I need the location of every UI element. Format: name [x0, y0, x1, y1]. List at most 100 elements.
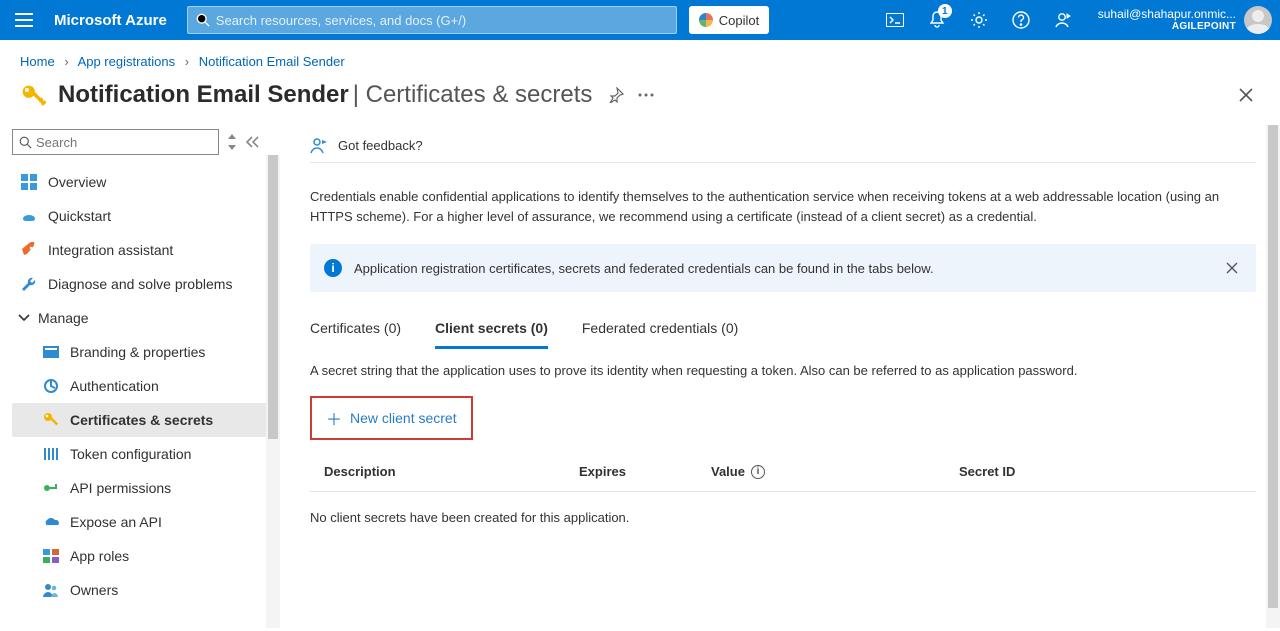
secrets-table-header: Description Expires Value i Secret ID	[310, 448, 1256, 492]
col-secret-id: Secret ID	[959, 464, 1254, 479]
notification-badge: 1	[938, 4, 952, 18]
feedback-link[interactable]: Got feedback?	[310, 129, 1256, 163]
search-icon	[196, 13, 210, 27]
feedback-person-icon	[310, 137, 328, 155]
plus-icon: ＋	[326, 406, 342, 430]
token-icon	[42, 445, 60, 463]
sidebar-item-diagnose[interactable]: Diagnose and solve problems	[12, 267, 272, 301]
credentials-description: Credentials enable confidential applicat…	[310, 187, 1256, 226]
sidebar-item-authentication[interactable]: Authentication	[12, 369, 272, 403]
new-client-secret-button[interactable]: ＋ New client secret	[310, 396, 473, 440]
sidebar-scrollbar[interactable]	[266, 155, 280, 628]
sidebar-item-api-permissions[interactable]: API permissions	[12, 471, 272, 505]
sidebar-item-label: Certificates & secrets	[70, 412, 213, 428]
overview-icon	[20, 173, 38, 191]
help-icon[interactable]	[1000, 0, 1042, 40]
global-search[interactable]	[187, 6, 677, 34]
sidebar-search[interactable]	[12, 129, 219, 155]
more-icon[interactable]	[638, 93, 654, 97]
breadcrumb-app-registrations[interactable]: App registrations	[78, 54, 176, 69]
cloud-shell-icon[interactable]	[874, 0, 916, 40]
rocket-icon	[20, 241, 38, 259]
avatar-icon	[1244, 6, 1272, 34]
col-value-label: Value	[711, 464, 745, 479]
dismiss-banner-icon[interactable]	[1222, 258, 1242, 278]
sidebar-item-app-roles[interactable]: App roles	[12, 539, 272, 573]
value-info-icon[interactable]: i	[751, 465, 765, 479]
sidebar-item-certificates[interactable]: Certificates & secrets	[12, 403, 272, 437]
info-banner-text: Application registration certificates, s…	[354, 261, 934, 276]
breadcrumb: Home › App registrations › Notification …	[0, 40, 1280, 73]
sidebar-item-label: Diagnose and solve problems	[48, 276, 232, 292]
sidebar-item-label: API permissions	[70, 480, 171, 496]
sidebar: Overview Quickstart Integration assistan…	[0, 125, 280, 628]
top-icon-bar: 1 suhail@shahapur.onmic... AGILEPOINT	[874, 0, 1280, 40]
pin-icon[interactable]	[608, 87, 624, 103]
sidebar-item-label: Token configuration	[70, 446, 191, 462]
account-menu[interactable]: suhail@shahapur.onmic... AGILEPOINT	[1084, 6, 1280, 34]
sidebar-section-manage[interactable]: Manage	[12, 301, 272, 335]
sidebar-item-label: Expose an API	[70, 514, 162, 530]
close-blade-icon[interactable]	[1232, 81, 1260, 109]
authentication-icon	[42, 377, 60, 395]
page-title-row: Notification Email Sender | Certificates…	[0, 73, 1280, 125]
sidebar-scrollbar-thumb[interactable]	[268, 155, 278, 439]
secrets-tabs: Certificates (0) Client secrets (0) Fede…	[310, 314, 1256, 349]
brand-label[interactable]: Microsoft Azure	[48, 12, 187, 29]
tab-certificates[interactable]: Certificates (0)	[310, 314, 401, 349]
notifications-icon[interactable]: 1	[916, 0, 958, 40]
secrets-empty-text: No client secrets have been created for …	[310, 492, 1256, 543]
sidebar-search-input[interactable]	[36, 135, 212, 150]
sort-icon[interactable]	[227, 134, 237, 150]
page-title: Notification Email Sender	[58, 81, 349, 109]
main-scrollbar-thumb[interactable]	[1268, 125, 1278, 608]
sidebar-item-label: Integration assistant	[48, 242, 173, 258]
info-icon: i	[324, 259, 342, 277]
col-value: Value i	[711, 464, 959, 479]
wrench-icon	[20, 275, 38, 293]
copilot-button[interactable]: Copilot	[689, 6, 769, 34]
sidebar-item-label: Branding & properties	[70, 344, 205, 360]
sidebar-item-integration[interactable]: Integration assistant	[12, 233, 272, 267]
sidebar-item-label: Overview	[48, 174, 106, 190]
settings-icon[interactable]	[958, 0, 1000, 40]
account-tenant: AGILEPOINT	[1098, 21, 1236, 32]
sidebar-item-label: Authentication	[70, 378, 159, 394]
search-icon	[19, 136, 32, 149]
chevron-down-icon	[18, 314, 32, 322]
account-email: suhail@shahapur.onmic...	[1098, 8, 1236, 21]
sidebar-item-owners[interactable]: Owners	[12, 573, 272, 607]
page-subtitle: | Certificates & secrets	[353, 81, 593, 109]
tab-federated[interactable]: Federated credentials (0)	[582, 314, 738, 349]
sidebar-item-token[interactable]: Token configuration	[12, 437, 272, 471]
sidebar-item-label: Owners	[70, 582, 118, 598]
tab-client-secrets[interactable]: Client secrets (0)	[435, 314, 548, 349]
global-search-input[interactable]	[216, 13, 668, 28]
quickstart-icon	[20, 207, 38, 225]
col-description: Description	[324, 464, 579, 479]
collapse-sidebar-icon[interactable]	[245, 136, 259, 148]
sidebar-item-overview[interactable]: Overview	[12, 165, 272, 199]
top-bar: Microsoft Azure Copilot 1 suhail@shahapu…	[0, 0, 1280, 40]
key-icon	[42, 411, 60, 429]
col-expires: Expires	[579, 464, 711, 479]
copilot-icon	[699, 13, 713, 27]
body-layout: Overview Quickstart Integration assistan…	[0, 125, 1280, 628]
copilot-label: Copilot	[719, 13, 759, 28]
new-client-secret-label: New client secret	[350, 410, 457, 426]
main-scrollbar[interactable]	[1266, 125, 1280, 628]
sidebar-item-expose-api[interactable]: Expose an API	[12, 505, 272, 539]
sidebar-item-label: App roles	[70, 548, 129, 564]
menu-icon[interactable]	[0, 0, 48, 40]
feedback-icon[interactable]	[1042, 0, 1084, 40]
breadcrumb-home[interactable]: Home	[20, 54, 55, 69]
tab-description: A secret string that the application use…	[310, 363, 1256, 378]
feedback-label: Got feedback?	[338, 138, 423, 153]
expose-api-icon	[42, 513, 60, 531]
key-icon	[20, 83, 48, 111]
sidebar-item-branding[interactable]: Branding & properties	[12, 335, 272, 369]
sidebar-item-quickstart[interactable]: Quickstart	[12, 199, 272, 233]
breadcrumb-current[interactable]: Notification Email Sender	[199, 54, 345, 69]
api-permissions-icon	[42, 479, 60, 497]
owners-icon	[42, 581, 60, 599]
